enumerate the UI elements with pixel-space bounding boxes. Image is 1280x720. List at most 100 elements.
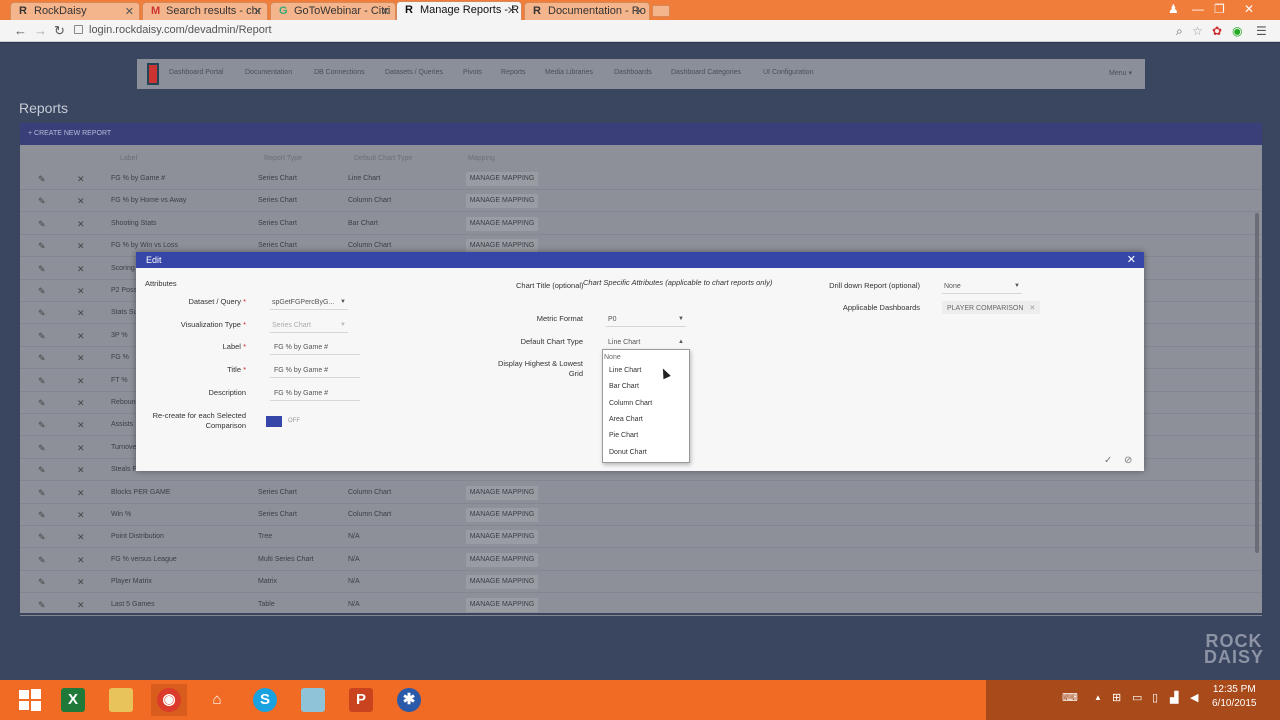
edit-pencil-icon[interactable]: ✎: [38, 443, 46, 454]
app-taskbar-button[interactable]: [295, 684, 331, 716]
display-icon[interactable]: ▭: [1132, 691, 1142, 704]
edit-pencil-icon[interactable]: ✎: [38, 196, 46, 207]
recreate-toggle[interactable]: [266, 416, 282, 427]
manage-mapping-button[interactable]: MANAGE MAPPING: [466, 194, 538, 209]
cancel-icon[interactable]: ⊘: [1124, 455, 1132, 466]
delete-x-icon[interactable]: ✕: [77, 308, 85, 319]
chart-option-donut[interactable]: Donut Chart: [609, 449, 647, 456]
metric-format-select[interactable]: P0 ▼: [606, 313, 686, 327]
delete-x-icon[interactable]: ✕: [77, 488, 85, 499]
edit-pencil-icon[interactable]: ✎: [38, 420, 46, 431]
edit-pencil-icon[interactable]: ✎: [38, 577, 46, 588]
edit-pencil-icon[interactable]: ✎: [38, 555, 46, 566]
bookmark-star-icon[interactable]: ☆: [1192, 24, 1203, 38]
manage-mapping-button[interactable]: MANAGE MAPPING: [466, 530, 538, 545]
edit-pencil-icon[interactable]: ✎: [38, 488, 46, 499]
minimize-icon[interactable]: —: [1192, 2, 1204, 16]
chart-option-column[interactable]: Column Chart: [609, 400, 652, 407]
manage-mapping-button[interactable]: MANAGE MAPPING: [466, 552, 538, 567]
back-arrow-icon[interactable]: ←: [14, 23, 27, 38]
delete-x-icon[interactable]: ✕: [77, 465, 85, 476]
user-icon[interactable]: ♟: [1168, 2, 1179, 16]
chart-option-pie[interactable]: Pie Chart: [609, 432, 638, 439]
modal-close-icon[interactable]: ✕: [1127, 253, 1136, 266]
visualization-type-select[interactable]: Series Chart ▼: [270, 319, 348, 333]
create-new-report-button[interactable]: + CREATE NEW REPORT: [20, 123, 1262, 145]
nav-db-connections[interactable]: DB Connections: [314, 69, 365, 76]
nav-documentation[interactable]: Documentation: [245, 69, 292, 76]
volume-icon[interactable]: ◀: [1190, 691, 1198, 704]
nav-ui-configuration[interactable]: UI Configuration: [763, 69, 814, 76]
tab-gotowebinar[interactable]: G GoToWebinar - Citri ✕: [270, 2, 396, 20]
delete-x-icon[interactable]: ✕: [77, 264, 85, 275]
delete-x-icon[interactable]: ✕: [77, 420, 85, 431]
delete-x-icon[interactable]: ✕: [77, 174, 85, 185]
delete-x-icon[interactable]: ✕: [77, 532, 85, 543]
manage-mapping-button[interactable]: MANAGE MAPPING: [466, 597, 538, 612]
delete-x-icon[interactable]: ✕: [77, 376, 85, 387]
tab-rockdaisy[interactable]: R RockDaisy ✕: [10, 2, 140, 20]
label-input[interactable]: FG % by Game #: [270, 341, 360, 355]
chip-remove-icon[interactable]: ✕: [1029, 305, 1035, 312]
search-icon[interactable]: ⌕: [1176, 24, 1183, 39]
delete-x-icon[interactable]: ✕: [77, 219, 85, 230]
delete-x-icon[interactable]: ✕: [77, 196, 85, 207]
manage-mapping-button[interactable]: MANAGE MAPPING: [466, 575, 538, 590]
delete-x-icon[interactable]: ✕: [77, 577, 85, 588]
keyboard-icon[interactable]: ⌨: [1062, 691, 1078, 704]
chart-option-line[interactable]: Line Chart: [609, 367, 641, 374]
chrome-taskbar-button[interactable]: ◉: [151, 684, 187, 716]
delete-x-icon[interactable]: ✕: [77, 331, 85, 342]
tray-expand-icon[interactable]: ▲: [1094, 693, 1102, 702]
menu-dropdown[interactable]: Menu ▾: [1109, 69, 1132, 77]
manage-mapping-button[interactable]: MANAGE MAPPING: [466, 216, 538, 231]
dashboard-chip[interactable]: PLAYER COMPARISON ✕: [942, 301, 1041, 314]
edit-pencil-icon[interactable]: ✎: [38, 264, 46, 275]
file-explorer-taskbar-button[interactable]: [103, 684, 139, 716]
delete-x-icon[interactable]: ✕: [77, 555, 85, 566]
tab-close-icon[interactable]: ✕: [253, 5, 262, 18]
page-scrollbar[interactable]: [1255, 213, 1259, 553]
tab-manage-reports[interactable]: R Manage Reports - R ✕: [396, 1, 522, 20]
manage-mapping-button[interactable]: MANAGE MAPPING: [466, 172, 538, 186]
extension-refresh-icon[interactable]: ◉: [1232, 24, 1242, 38]
edit-pencil-icon[interactable]: ✎: [38, 241, 46, 252]
edit-pencil-icon[interactable]: ✎: [38, 510, 46, 521]
edit-pencil-icon[interactable]: ✎: [38, 174, 46, 185]
tab-close-icon[interactable]: ✕: [507, 4, 516, 17]
powerpoint-taskbar-button[interactable]: P: [343, 684, 379, 716]
manage-mapping-button[interactable]: MANAGE MAPPING: [466, 508, 538, 522]
edit-pencil-icon[interactable]: ✎: [38, 376, 46, 387]
default-chart-type-select[interactable]: Line Chart ▲: [606, 336, 686, 350]
tab-search-results[interactable]: M Search results - chr ✕: [142, 2, 268, 20]
windows-tray-icon[interactable]: ⊞: [1112, 691, 1121, 704]
edit-pencil-icon[interactable]: ✎: [38, 600, 46, 611]
chart-option-none[interactable]: None: [604, 354, 621, 361]
home-taskbar-button[interactable]: ⌂: [199, 684, 235, 716]
edit-pencil-icon[interactable]: ✎: [38, 532, 46, 543]
restore-icon[interactable]: ❐: [1214, 2, 1225, 16]
forward-arrow-icon[interactable]: →: [34, 23, 47, 38]
tab-close-icon[interactable]: ✕: [381, 5, 390, 18]
delete-x-icon[interactable]: ✕: [77, 510, 85, 521]
snowflake-app-taskbar-button[interactable]: ✱: [391, 684, 427, 716]
nav-dashboards[interactable]: Dashboards: [614, 69, 652, 76]
delete-x-icon[interactable]: ✕: [77, 353, 85, 364]
edit-pencil-icon[interactable]: ✎: [38, 219, 46, 230]
url-field[interactable]: login.rockdaisy.com/devadmin/Report: [74, 24, 272, 36]
network-icon[interactable]: ▟: [1170, 691, 1178, 704]
window-close-icon[interactable]: ✕: [1244, 2, 1254, 16]
delete-x-icon[interactable]: ✕: [77, 286, 85, 297]
nav-dashboard-portal[interactable]: Dashboard Portal: [169, 69, 223, 76]
delete-x-icon[interactable]: ✕: [77, 241, 85, 252]
nba-logo[interactable]: [147, 63, 159, 85]
edit-pencil-icon[interactable]: ✎: [38, 398, 46, 409]
edit-pencil-icon[interactable]: ✎: [38, 465, 46, 476]
delete-x-icon[interactable]: ✕: [77, 443, 85, 454]
dataset-select[interactable]: spGetFGPercByG... ▼: [270, 296, 348, 310]
nav-reports[interactable]: Reports: [501, 69, 526, 76]
delete-x-icon[interactable]: ✕: [77, 600, 85, 611]
drilldown-report-select[interactable]: None ▼: [942, 280, 1022, 294]
edit-pencil-icon[interactable]: ✎: [38, 308, 46, 319]
nav-dashboard-categories[interactable]: Dashboard Categories: [671, 69, 741, 76]
